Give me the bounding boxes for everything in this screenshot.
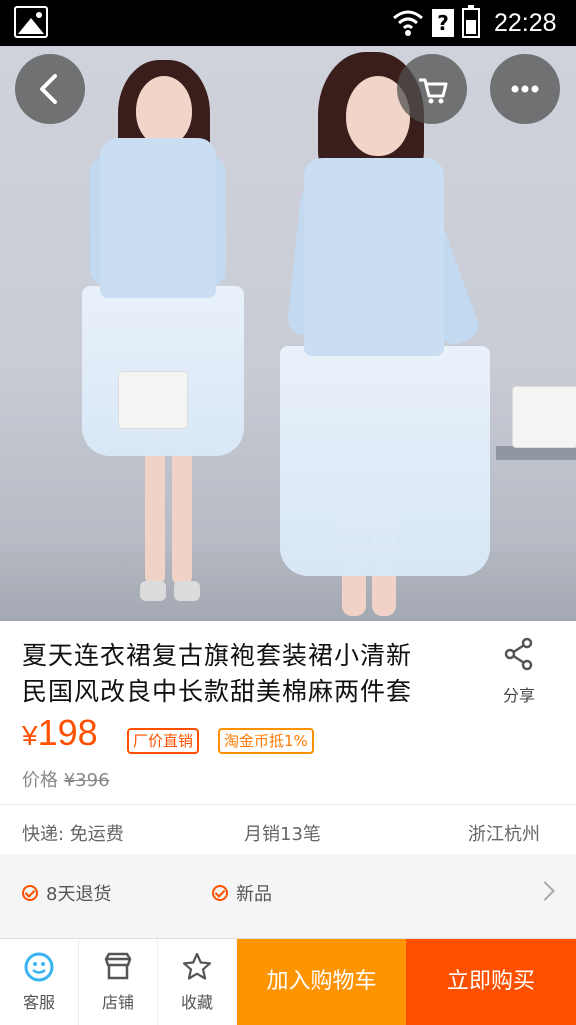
star-icon bbox=[182, 952, 212, 980]
service-item: 8天退货 bbox=[22, 880, 111, 906]
favorite-button[interactable]: 收藏 bbox=[158, 939, 237, 1025]
product-title-line: 民国风改良中长款甜美棉麻两件套 bbox=[22, 677, 413, 706]
promo-tag: 厂价直销 bbox=[127, 728, 200, 754]
share-icon bbox=[504, 637, 533, 671]
product-title: 夏天连衣裙复古旗袍套装裙小清新 民国风改良中长款甜美棉麻两件套 bbox=[22, 638, 462, 710]
original-price-label: 价格 bbox=[22, 770, 58, 791]
back-button[interactable] bbox=[15, 54, 85, 124]
ship-location: 浙江杭州 bbox=[468, 824, 540, 845]
customer-service-label: 客服 bbox=[22, 993, 55, 1012]
buy-now-button[interactable]: 立即购买 bbox=[406, 939, 576, 1025]
delivery-info-row: 快递: 免运费 月销13笔 浙江杭州 bbox=[0, 812, 576, 850]
price-row: ¥198 bbox=[22, 712, 98, 758]
customer-service-button[interactable]: 客服 bbox=[0, 939, 79, 1025]
more-button[interactable] bbox=[490, 54, 560, 124]
more-dots-icon bbox=[511, 85, 539, 93]
check-circle-icon bbox=[212, 885, 228, 901]
favorite-label: 收藏 bbox=[180, 993, 213, 1012]
service-bubble-icon bbox=[24, 952, 54, 982]
product-title-line: 夏天连衣裙复古旗袍套装裙小清新 bbox=[22, 641, 413, 670]
gallery-icon bbox=[14, 6, 48, 38]
price-value: 198 bbox=[37, 712, 98, 753]
status-bar: ? 22:28 bbox=[0, 0, 576, 46]
store-button[interactable]: 店铺 bbox=[79, 939, 158, 1025]
status-time: 22:28 bbox=[494, 9, 557, 37]
chevron-left-icon bbox=[40, 74, 57, 104]
bottom-action-bar: 客服 店铺 收藏 加入购物车 立即购买 bbox=[0, 938, 576, 1025]
price: ¥198 bbox=[22, 712, 98, 753]
price-symbol: ¥ bbox=[22, 720, 38, 751]
store-label: 店铺 bbox=[101, 993, 134, 1012]
cart-icon bbox=[419, 78, 448, 104]
monthly-sales: 月销13笔 bbox=[244, 824, 321, 845]
cart-button[interactable] bbox=[397, 54, 467, 124]
coin-tag: 淘金币抵1% bbox=[218, 728, 314, 754]
store-icon bbox=[104, 952, 132, 980]
product-image[interactable] bbox=[0, 46, 576, 621]
wifi-icon bbox=[393, 10, 423, 36]
check-circle-icon bbox=[22, 885, 38, 901]
service-item: 新品 bbox=[212, 880, 272, 906]
add-to-cart-button[interactable]: 加入购物车 bbox=[237, 939, 406, 1025]
original-price: 价格 ¥396 bbox=[22, 766, 110, 792]
share-label: 分享 bbox=[502, 686, 535, 705]
shipping-info: 快递: 免运费 bbox=[22, 824, 124, 845]
unknown-sim-icon: ? bbox=[432, 9, 454, 37]
battery-icon bbox=[462, 5, 480, 38]
share-button[interactable]: 分享 bbox=[496, 636, 542, 706]
original-price-value: ¥396 bbox=[63, 770, 110, 791]
